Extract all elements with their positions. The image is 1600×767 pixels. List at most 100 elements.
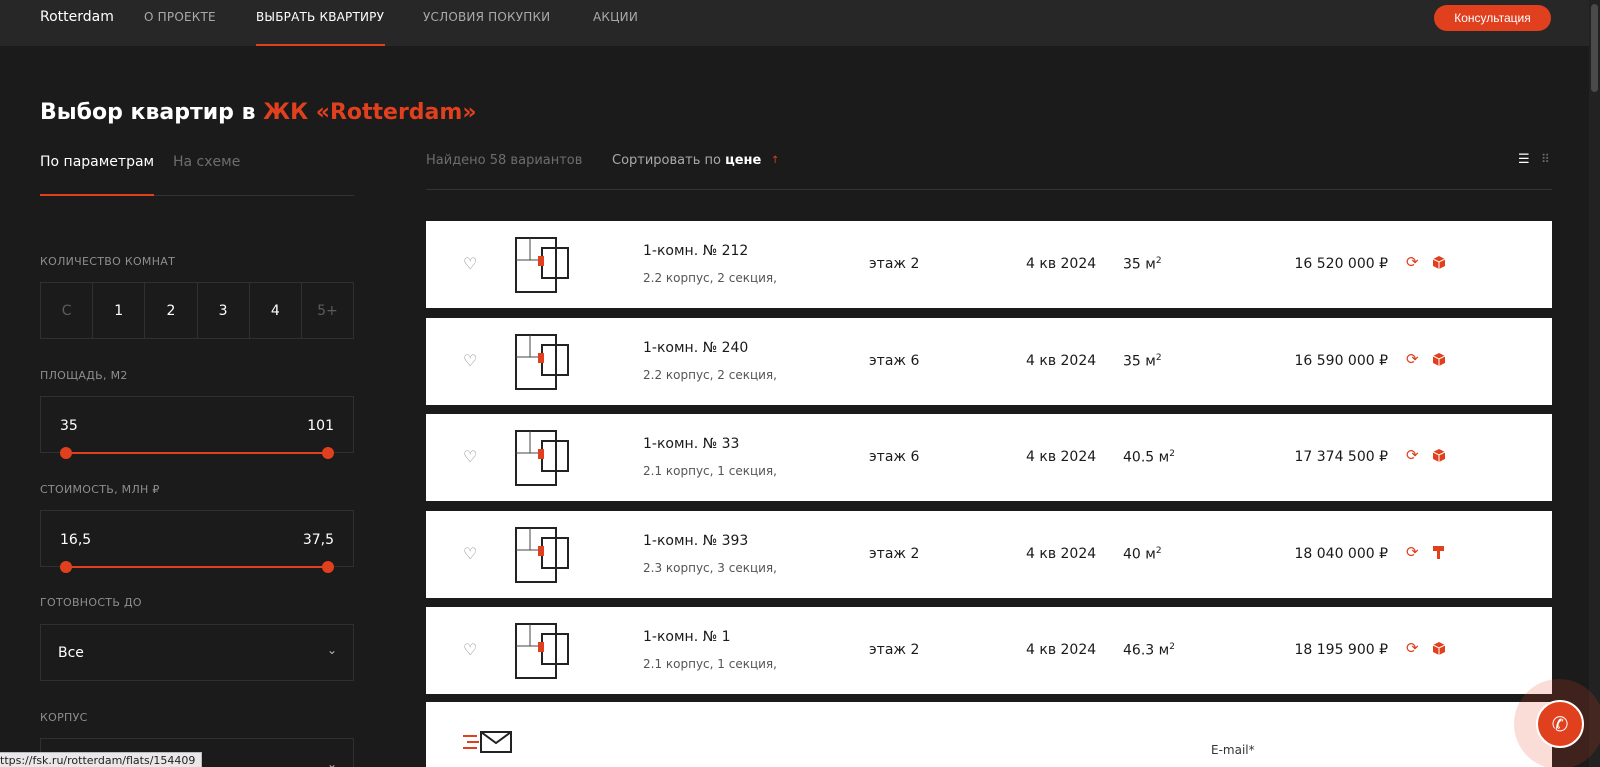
consultation-button[interactable]: Консультация [1434, 5, 1551, 31]
tab-by-parameters[interactable]: По параметрам [40, 154, 154, 170]
flat-row[interactable]: ♡ 1-комн. № 1 2.1 корпус, 1 секция, этаж 2 4… [426, 607, 1552, 694]
room-option-5-plus[interactable]: 5+ [302, 283, 353, 338]
building-filter-label: КОРПУС [40, 711, 88, 724]
area-filter-label: ПЛОЩАДЬ, М2 [40, 369, 128, 382]
nav-active-underline [256, 44, 385, 46]
floor-plan-thumbnail[interactable] [512, 524, 574, 586]
flat-area-value: 40 м [1123, 546, 1156, 563]
price-min-value[interactable]: 16,5 [60, 532, 91, 548]
page-title-prefix: Выбор квартир в [40, 100, 264, 125]
nav-item-purchase-terms[interactable]: УСЛОВИЯ ПОКУПКИ [423, 10, 550, 24]
nav-item-promotions[interactable]: АКЦИИ [593, 10, 638, 24]
favorite-heart-icon[interactable]: ♡ [463, 640, 477, 659]
area-unit-power: 2 [1169, 449, 1175, 459]
flat-row[interactable]: ♡ 1-комн. № 212 2.2 корпус, 2 секция, этаж … [426, 221, 1552, 308]
flat-row[interactable]: ♡ 1-комн. № 393 2.3 корпус, 3 секция, этаж … [426, 511, 1552, 598]
refresh-icon[interactable]: ⟳ [1406, 543, 1419, 561]
favorite-heart-icon[interactable]: ♡ [463, 544, 477, 563]
refresh-icon[interactable]: ⟳ [1406, 639, 1419, 657]
top-navigation: Rotterdam О ПРОЕКТЕ ВЫБРАТЬ КВАРТИРУ УСЛ… [0, 0, 1600, 46]
flat-floor: этаж 6 [869, 353, 920, 369]
price-range-slider: 16,5 37,5 [40, 510, 354, 573]
chevron-down-icon: ⌄ [326, 643, 337, 657]
flat-deadline: 4 кв 2024 [1026, 353, 1097, 369]
flat-address: 2.1 корпус, 1 секция, [643, 657, 777, 671]
refresh-icon[interactable]: ⟳ [1406, 350, 1419, 368]
mail-icon [463, 731, 512, 753]
room-option-3[interactable]: 3 [198, 283, 250, 338]
flat-row[interactable]: ♡ 1-комн. № 240 2.2 корпус, 2 секция, этаж … [426, 318, 1552, 405]
grid-view-icon[interactable]: ⠿ [1541, 152, 1550, 166]
subscribe-panel: E-mail* [426, 702, 1552, 767]
page-title: Выбор квартир в ЖК «Rotterdam» [40, 100, 477, 125]
readiness-select[interactable]: Все ⌄ [40, 624, 354, 681]
area-min-value[interactable]: 35 [60, 418, 78, 434]
scrollbar-track[interactable] [1589, 0, 1600, 767]
box-icon[interactable] [1432, 641, 1446, 655]
scrollbar-thumb[interactable] [1591, 4, 1598, 92]
area-max-handle[interactable] [322, 447, 334, 459]
flat-title[interactable]: 1-комн. № 393 [643, 533, 748, 549]
area-max-value[interactable]: 101 [307, 418, 334, 434]
flat-title[interactable]: 1-комн. № 33 [643, 436, 739, 452]
box-icon[interactable] [1432, 352, 1446, 366]
flat-row[interactable]: ♡ 1-комн. № 33 2.1 корпус, 1 секция, этаж 6… [426, 414, 1552, 501]
flat-title[interactable]: 1-комн. № 1 [643, 629, 731, 645]
results-divider [426, 189, 1552, 190]
floor-plan-thumbnail[interactable] [512, 620, 574, 682]
refresh-icon[interactable]: ⟳ [1406, 446, 1419, 464]
tab-on-scheme[interactable]: На схеме [173, 154, 240, 170]
status-bar-url: ttps://fsk.ru/rotterdam/flats/154409 [0, 752, 203, 767]
area-unit-power: 2 [1155, 546, 1162, 556]
flat-area: 35 м2 [1123, 353, 1162, 370]
floor-plan-thumbnail[interactable] [512, 234, 574, 296]
room-option-1[interactable]: 1 [93, 283, 146, 338]
flat-deadline: 4 кв 2024 [1026, 642, 1097, 658]
readiness-select-value: Все [58, 645, 84, 661]
brand-logo[interactable]: Rotterdam [40, 9, 114, 25]
room-option-2[interactable]: 2 [145, 283, 198, 338]
flat-price: 18 195 900 ₽ [1294, 642, 1388, 658]
flat-deadline: 4 кв 2024 [1026, 546, 1097, 562]
flat-floor: этаж 2 [869, 642, 920, 658]
flat-address: 2.2 корпус, 2 секция, [643, 271, 777, 285]
email-field-label: E-mail* [1211, 743, 1255, 757]
favorite-heart-icon[interactable]: ♡ [463, 351, 477, 370]
room-option-4[interactable]: 4 [250, 283, 302, 338]
flat-floor: этаж 6 [869, 449, 920, 465]
floor-plan-thumbnail[interactable] [512, 331, 574, 393]
sort-key: цене [725, 153, 762, 168]
area-unit-power: 2 [1155, 256, 1162, 266]
phone-callback-button[interactable]: ✆ [1536, 700, 1584, 748]
flat-title[interactable]: 1-комн. № 240 [643, 340, 748, 356]
room-option-studio[interactable]: С [41, 283, 94, 338]
flat-area-value: 35 м [1123, 256, 1156, 273]
floor-plan-thumbnail[interactable] [512, 427, 574, 489]
flat-address: 2.2 корпус, 2 секция, [643, 368, 777, 382]
favorite-heart-icon[interactable]: ♡ [463, 447, 477, 466]
sort-control[interactable]: Сортировать по цене [612, 153, 761, 168]
flat-area-value: 46.3 м [1123, 642, 1170, 659]
refresh-icon[interactable]: ⟳ [1406, 253, 1419, 271]
sort-direction-icon[interactable]: ↑ [771, 155, 779, 166]
price-max-handle[interactable] [322, 561, 334, 573]
sort-prefix: Сортировать по [612, 153, 726, 168]
results-count: Найдено 58 вариантов [426, 153, 583, 168]
area-unit-power: 2 [1155, 353, 1162, 363]
price-max-value[interactable]: 37,5 [303, 532, 334, 548]
flat-price: 17 374 500 ₽ [1294, 449, 1388, 465]
area-min-handle[interactable] [60, 447, 72, 459]
paint-roller-icon[interactable] [1432, 545, 1446, 559]
nav-item-about[interactable]: О ПРОЕКТЕ [144, 10, 216, 24]
list-view-icon[interactable]: ☰ [1518, 152, 1530, 167]
flat-area: 46.3 м2 [1123, 642, 1175, 659]
phone-icon: ✆ [1551, 712, 1569, 736]
nav-item-choose-flat[interactable]: ВЫБРАТЬ КВАРТИРУ [256, 10, 384, 24]
flat-title[interactable]: 1-комн. № 212 [643, 243, 748, 259]
area-unit-power: 2 [1169, 642, 1175, 652]
box-icon[interactable] [1432, 448, 1446, 462]
price-min-handle[interactable] [60, 561, 72, 573]
favorite-heart-icon[interactable]: ♡ [463, 254, 477, 273]
rooms-filter-label: КОЛИЧЕСТВО КОМНАТ [40, 255, 176, 268]
box-icon[interactable] [1432, 255, 1446, 269]
